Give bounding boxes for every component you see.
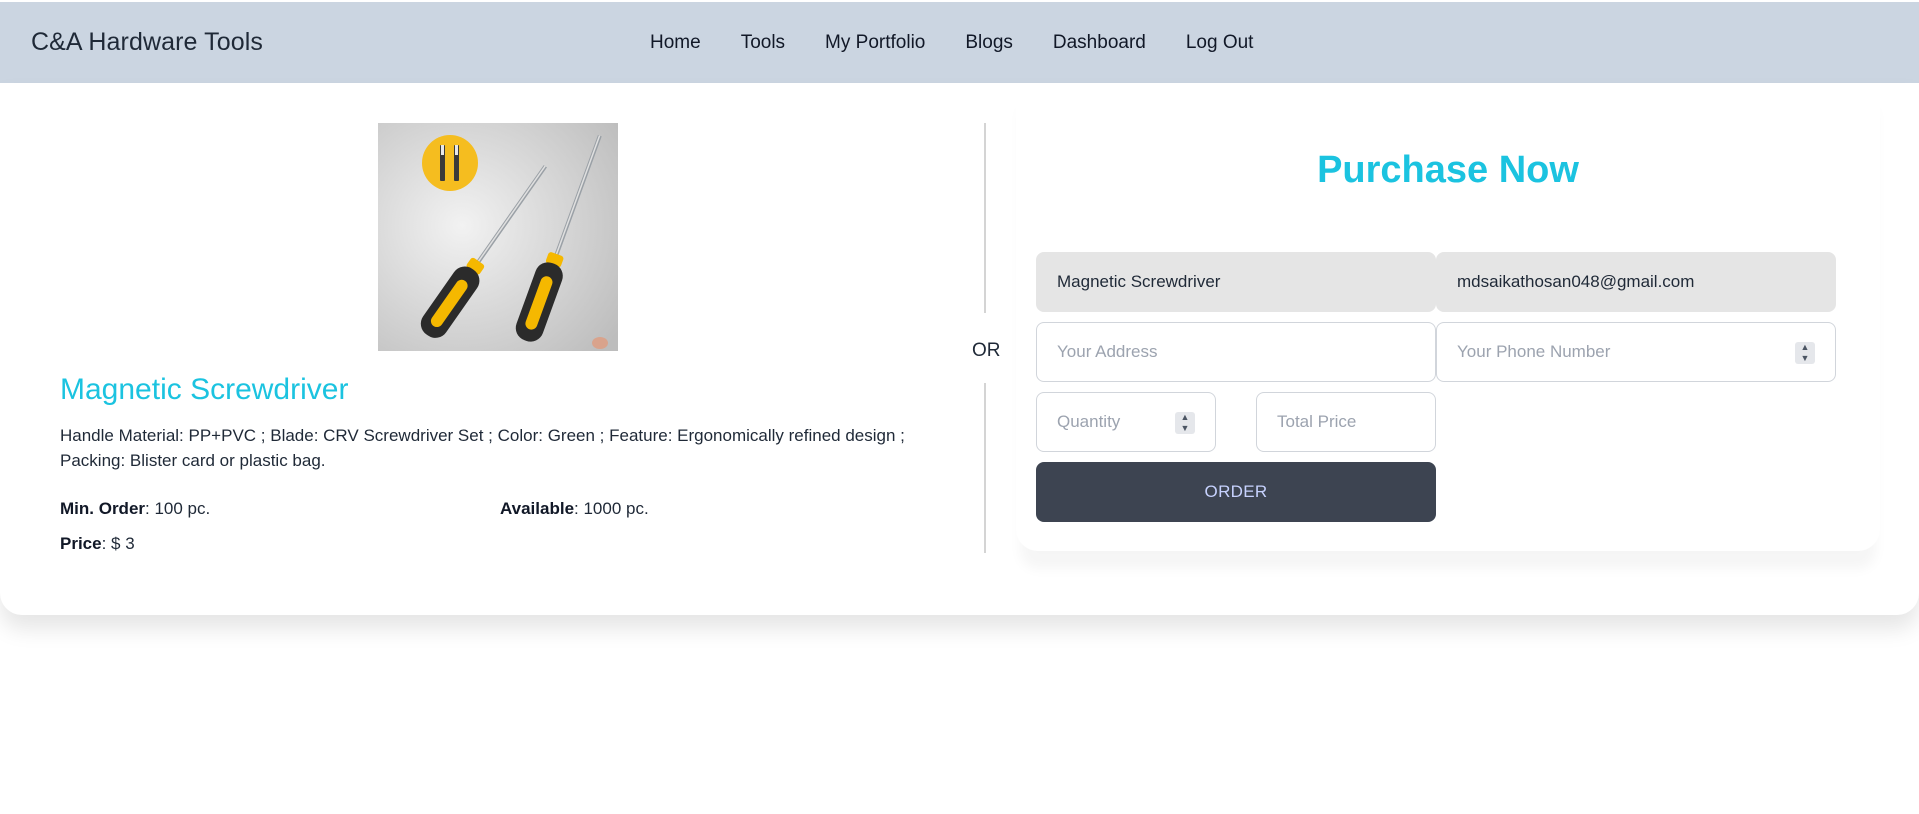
phone-stepper-icon[interactable]: ▲ ▼	[1795, 342, 1815, 364]
available-value: : 1000 pc.	[574, 499, 649, 518]
purchase-form: Purchase Now Magnetic Screwdriver mdsaik…	[1016, 83, 1880, 551]
phone-placeholder: Your Phone Number	[1457, 342, 1611, 361]
email-field[interactable]: mdsaikathosan048@gmail.com	[1436, 252, 1836, 312]
quantity-stepper-icon[interactable]: ▲ ▼	[1175, 412, 1195, 434]
screwdriver-illustration	[378, 123, 618, 351]
total-price-input[interactable]: Total Price	[1256, 392, 1436, 452]
nav-item-my-portfolio[interactable]: My Portfolio	[805, 32, 945, 54]
order-button[interactable]: ORDER	[1036, 462, 1436, 522]
divider-or: OR	[972, 340, 1001, 361]
phone-input[interactable]: Your Phone Number ▲ ▼	[1436, 322, 1836, 382]
price-value: : $ 3	[101, 534, 135, 553]
navbar: C&A Hardware Tools Home Tools My Portfol…	[0, 2, 1919, 83]
min-order-spec: Min. Order: 100 pc.	[60, 499, 210, 519]
available-label: Available	[500, 499, 575, 518]
product-description: Handle Material: PP+PVC ; Blade: CRV Scr…	[60, 426, 905, 470]
product-card: Magnetic Screwdriver Handle Material: PP…	[0, 83, 1919, 615]
nav-item-blogs[interactable]: Blogs	[945, 32, 1033, 54]
nav-item-log-out[interactable]: Log Out	[1166, 32, 1274, 54]
address-input[interactable]: Your Address	[1036, 322, 1436, 382]
min-order-value: : 100 pc.	[145, 499, 211, 518]
product-name-field[interactable]: Magnetic Screwdriver	[1036, 252, 1436, 312]
purchase-title: Purchase Now	[1317, 149, 1579, 191]
product-title: Magnetic Screwdriver	[60, 373, 349, 406]
nav-item-dashboard[interactable]: Dashboard	[1033, 32, 1166, 54]
quantity-input[interactable]: Quantity ▲ ▼	[1036, 392, 1216, 452]
quantity-placeholder: Quantity	[1057, 412, 1121, 431]
product-image	[378, 123, 618, 351]
price-label: Price	[60, 534, 102, 553]
available-spec: Available: 1000 pc.	[500, 499, 649, 519]
divider-top	[984, 123, 986, 313]
nav-item-home[interactable]: Home	[630, 32, 721, 54]
divider-bottom	[984, 383, 986, 553]
min-order-label: Min. Order	[60, 499, 146, 518]
nav-item-tools[interactable]: Tools	[721, 32, 805, 54]
brand-logo[interactable]: C&A Hardware Tools	[31, 2, 263, 83]
price-spec: Price: $ 3	[60, 534, 135, 554]
nav-menu: Home Tools My Portfolio Blogs Dashboard …	[630, 2, 1273, 83]
